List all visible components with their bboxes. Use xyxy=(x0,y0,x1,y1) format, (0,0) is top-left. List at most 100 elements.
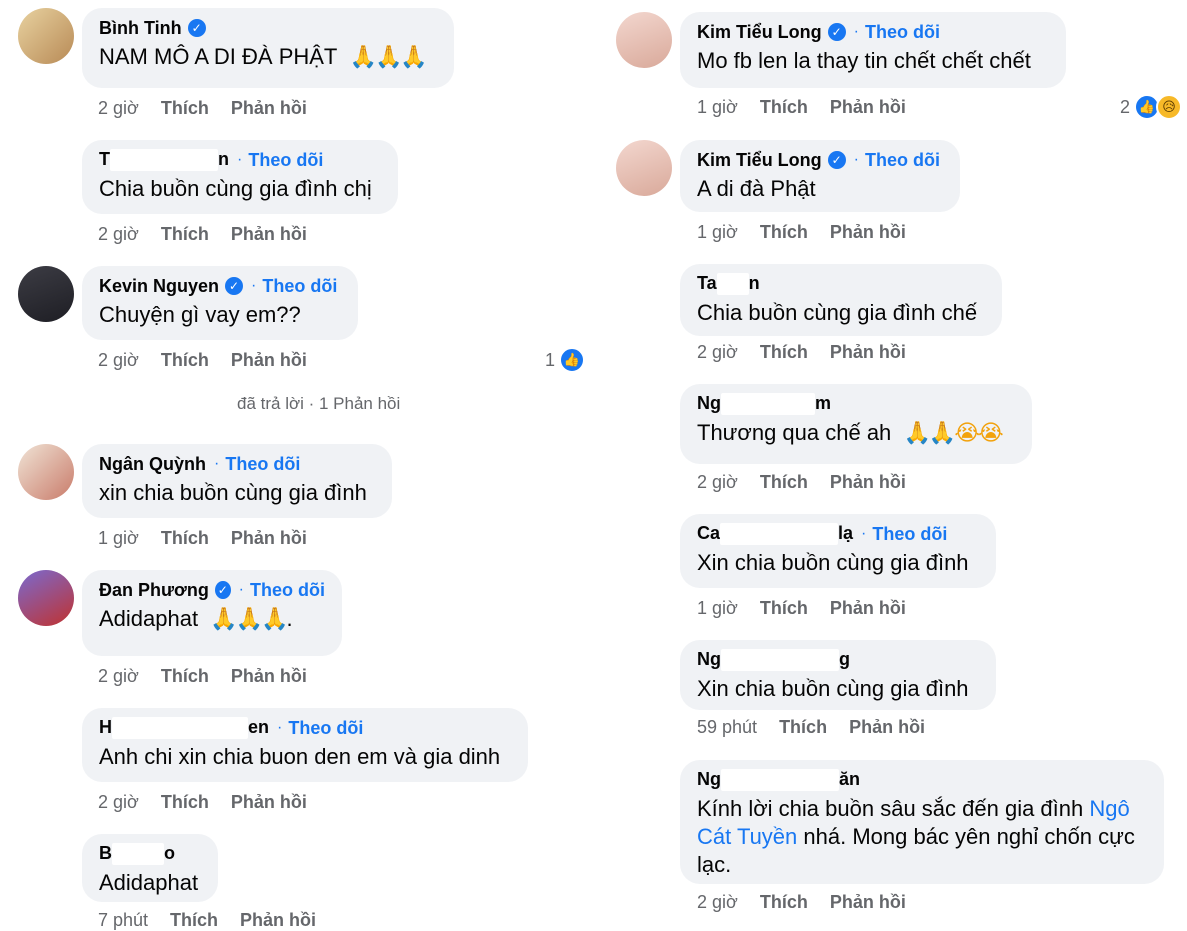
comment-time[interactable]: 2 giờ xyxy=(98,792,139,813)
reaction-summary[interactable]: 1 👍 xyxy=(545,347,586,373)
like-button[interactable]: Thích xyxy=(760,222,808,243)
reply-button[interactable]: Phản hồi xyxy=(830,342,906,363)
commenter-name[interactable]: Kim Tiểu Long xyxy=(697,150,822,171)
separator-dot: · xyxy=(214,455,220,472)
follow-button[interactable]: Theo dõi xyxy=(865,150,940,171)
comment-bubble: Tn · Theo dõi Chia buồn cùng gia đình ch… xyxy=(82,140,398,214)
comment-actions: 1 giờ Thích Phản hồi xyxy=(98,528,307,549)
commenter-name[interactable]: Ng ăn xyxy=(697,769,860,792)
follow-button[interactable]: Theo dõi xyxy=(288,718,363,739)
like-button[interactable]: Thích xyxy=(170,910,218,931)
follow-button[interactable]: Theo dõi xyxy=(250,580,325,601)
redacted-name-mask xyxy=(721,649,839,672)
reply-button[interactable]: Phản hồi xyxy=(830,598,906,619)
follow-button[interactable]: Theo dõi xyxy=(865,22,940,43)
comment-actions: 1 giờ Thích Phản hồi xyxy=(697,598,906,619)
reply-button[interactable]: Phản hồi xyxy=(231,98,307,119)
commenter-name[interactable]: Kevin Nguyen xyxy=(99,276,219,297)
avatar[interactable] xyxy=(616,140,672,196)
reply-button[interactable]: Phản hồi xyxy=(849,717,925,738)
reply-button[interactable]: Phản hồi xyxy=(830,222,906,243)
avatar[interactable] xyxy=(616,12,672,68)
comment-time[interactable]: 2 giờ xyxy=(697,472,738,493)
separator-dot: · xyxy=(853,151,859,168)
comment-time[interactable]: 2 giờ xyxy=(98,350,139,371)
avatar[interactable] xyxy=(18,266,74,322)
commenter-name[interactable]: Tn xyxy=(99,149,229,172)
like-button[interactable]: Thích xyxy=(161,224,209,245)
like-button[interactable]: Thích xyxy=(161,350,209,371)
reply-button[interactable]: Phản hồi xyxy=(231,350,307,371)
comment-time[interactable]: 7 phút xyxy=(98,910,148,931)
comment-actions: 1 giờ Thích Phản hồi xyxy=(697,97,906,118)
view-replies-link[interactable]: đã trả lời · 1 Phản hồi xyxy=(237,394,400,414)
comment-time[interactable]: 2 giờ xyxy=(697,892,738,913)
comment-text: Xin chia buồn cùng gia đình xyxy=(697,550,969,575)
like-button[interactable]: Thích xyxy=(760,472,808,493)
like-button[interactable]: Thích xyxy=(161,666,209,687)
comment-actions: 2 giờ Thích Phản hồi xyxy=(697,472,906,493)
commenter-name[interactable]: Ngân Quỳnh xyxy=(99,454,206,475)
commenter-name[interactable]: Bo xyxy=(99,843,175,866)
like-button[interactable]: Thích xyxy=(760,598,808,619)
comment-time[interactable]: 1 giờ xyxy=(697,97,738,118)
comment-time[interactable]: 1 giờ xyxy=(697,222,738,243)
reaction-count: 1 xyxy=(545,349,556,370)
follow-button[interactable]: Theo dõi xyxy=(262,276,337,297)
avatar[interactable] xyxy=(18,444,74,500)
comment-bubble: Ta n Chia buồn cùng gia đình chế xyxy=(680,264,1002,336)
follow-button[interactable]: Theo dõi xyxy=(225,454,300,475)
reply-button[interactable]: Phản hồi xyxy=(830,892,906,913)
reaction-summary[interactable]: 2 👍 😥 xyxy=(1120,94,1183,120)
commenter-name[interactable]: Ng g xyxy=(697,649,850,672)
reply-button[interactable]: Phản hồi xyxy=(830,97,906,118)
comment-text: xin chia buồn cùng gia đình xyxy=(99,480,367,505)
like-reaction-icon: 👍 xyxy=(559,347,586,373)
reply-button[interactable]: Phản hồi xyxy=(231,792,307,813)
like-button[interactable]: Thích xyxy=(760,97,808,118)
verified-badge-icon: ✓ xyxy=(214,581,231,599)
like-button[interactable]: Thích xyxy=(161,792,209,813)
avatar[interactable] xyxy=(18,570,74,626)
comment-time[interactable]: 2 giờ xyxy=(98,666,139,687)
comment-time[interactable]: 1 giờ xyxy=(98,528,139,549)
like-button[interactable]: Thích xyxy=(779,717,827,738)
comment-time[interactable]: 1 giờ xyxy=(697,598,738,619)
comment-time[interactable]: 2 giờ xyxy=(98,98,139,119)
comment-text: Adidaphat xyxy=(99,870,199,895)
commenter-name[interactable]: Hen xyxy=(99,717,269,740)
comment-bubble: Ng ăn Kính lời chia buồn sâu sắc đến gia … xyxy=(680,760,1164,884)
reply-button[interactable]: Phản hồi xyxy=(231,224,307,245)
comment-text: Mo fb len la thay tin chết chết chết xyxy=(697,48,1031,73)
reply-button[interactable]: Phản hồi xyxy=(240,910,316,931)
praying-hands-emoji-icon: 🙏🙏🙏 xyxy=(349,44,428,69)
reply-button[interactable]: Phản hồi xyxy=(231,666,307,687)
follow-button[interactable]: Theo dõi xyxy=(248,150,323,171)
like-button[interactable]: Thích xyxy=(760,342,808,363)
comment-actions: 2 giờ Thích Phản hồi xyxy=(98,792,307,813)
comment-actions: 7 phút Thích Phản hồi xyxy=(98,910,316,931)
comment-actions: 2 giờ Thích Phản hồi xyxy=(697,342,906,363)
comment-text: Chuyện gì vay em?? xyxy=(99,302,301,327)
comment-actions: 59 phút Thích Phản hồi xyxy=(697,717,925,738)
avatar[interactable] xyxy=(18,8,74,64)
comment-bubble: Ngân Quỳnh · Theo dõi xin chia buồn cùng… xyxy=(82,444,392,518)
commenter-name[interactable]: Ta n xyxy=(697,273,760,296)
comment-time[interactable]: 2 giờ xyxy=(697,342,738,363)
comment-bubble: Hen · Theo dõi Anh chi xin chia buon den… xyxy=(82,708,528,782)
comment-text: Kính lời chia buồn sâu sắc đến gia đình … xyxy=(697,796,1135,877)
like-button[interactable]: Thích xyxy=(161,98,209,119)
commenter-name[interactable]: Ng m xyxy=(697,393,831,416)
like-button[interactable]: Thích xyxy=(760,892,808,913)
reply-button[interactable]: Phản hồi xyxy=(231,528,307,549)
reply-button[interactable]: Phản hồi xyxy=(830,472,906,493)
commenter-name[interactable]: Đan Phương xyxy=(99,580,209,601)
comment-time[interactable]: 2 giờ xyxy=(98,224,139,245)
follow-button[interactable]: Theo dõi xyxy=(872,524,947,545)
like-button[interactable]: Thích xyxy=(161,528,209,549)
comment-text: Thương qua chế ah 🙏🙏😭😭 xyxy=(697,420,1004,445)
commenter-name[interactable]: Ca lạ xyxy=(697,523,853,546)
commenter-name[interactable]: Kim Tiểu Long xyxy=(697,22,822,43)
commenter-name[interactable]: Bình Tinh xyxy=(99,18,182,39)
comment-time[interactable]: 59 phút xyxy=(697,717,757,738)
